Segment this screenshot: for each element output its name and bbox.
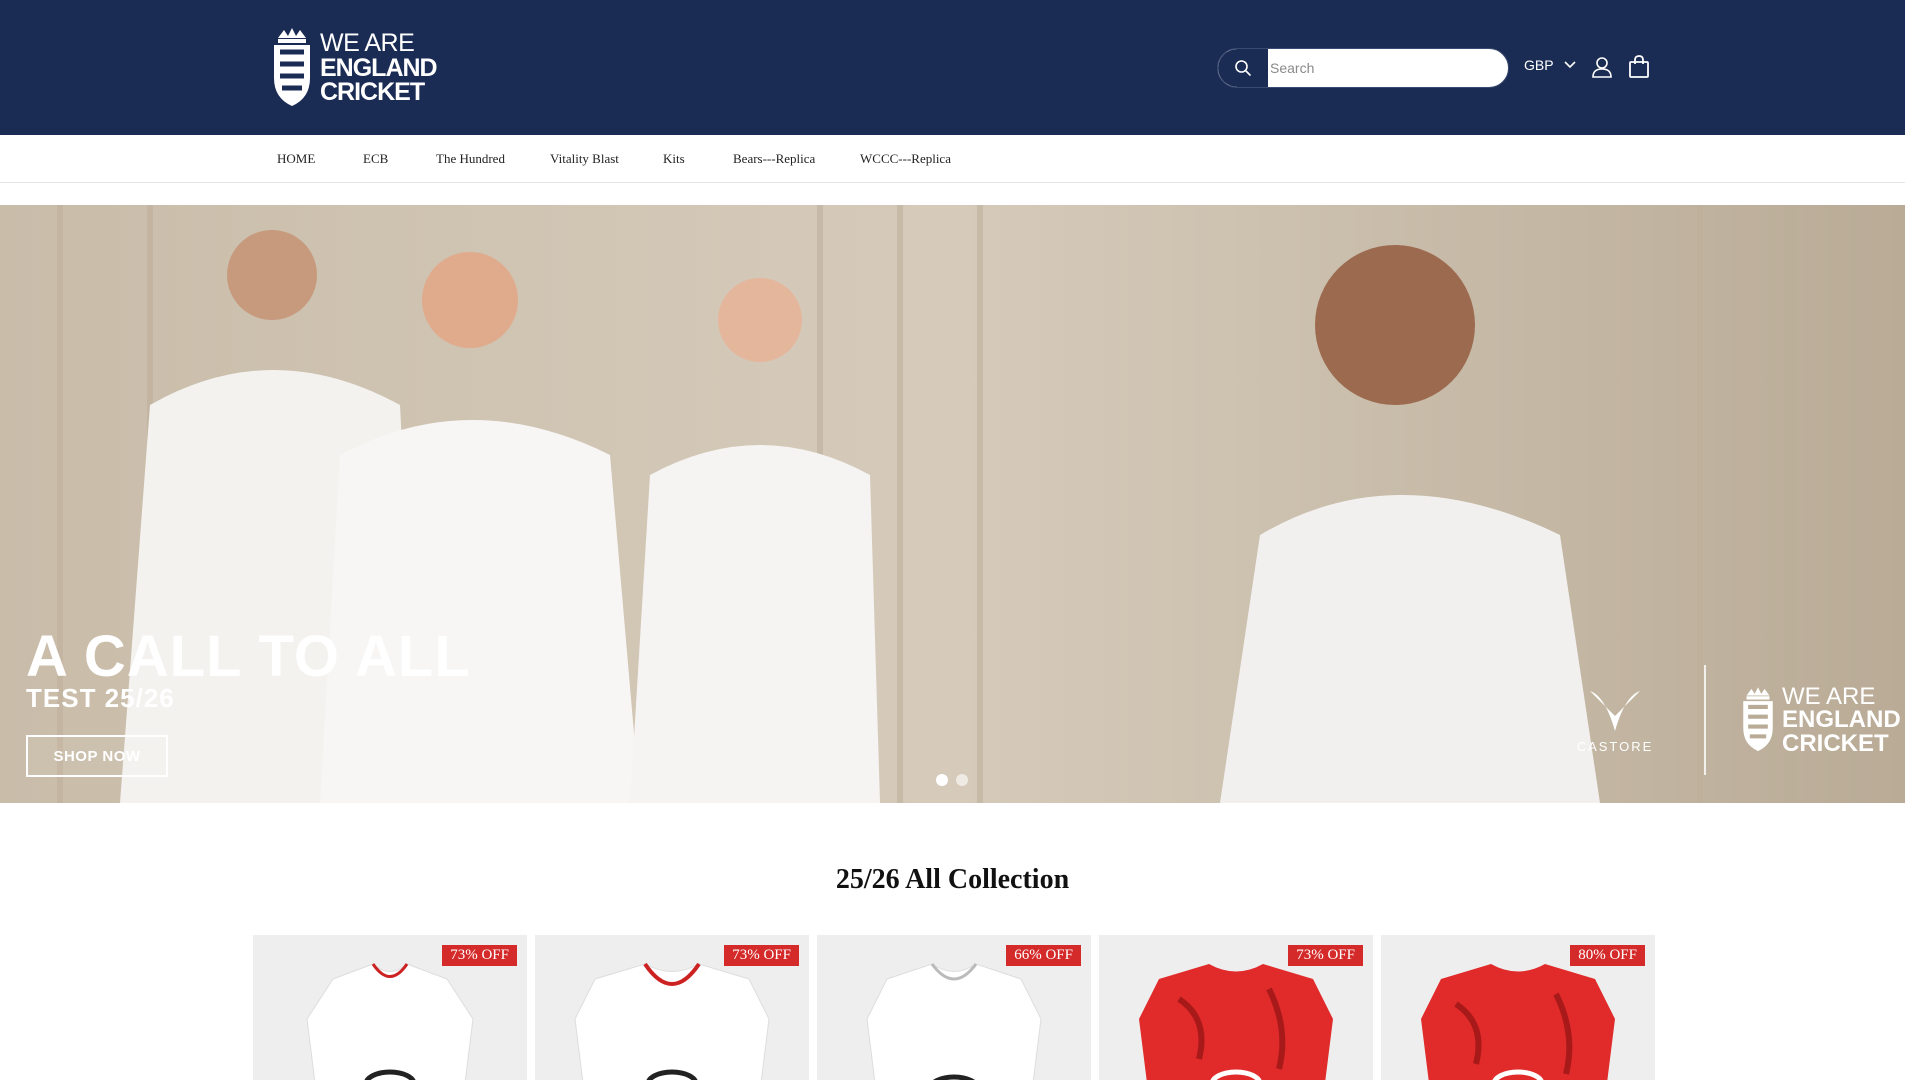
hero-brand-lockup: CASTORE WE ARE ENGLAND CRICKET [1560,665,1901,775]
product-image [1421,964,1615,1080]
site-logo[interactable]: WE ARE ENGLAND CRICKET [270,28,438,108]
hero-subtitle: TEST 25/26 [26,683,175,713]
carousel-dots [936,774,968,786]
nav-item-wccc-replica[interactable]: WCCC---Replica [860,151,951,167]
product-card[interactable]: 80% OFF [1381,935,1655,1080]
hero-logo-line-2: ENGLAND [1782,706,1901,734]
hero-title: A CALL TO ALL [26,624,471,689]
discount-badge: 73% OFF [1288,945,1363,966]
collection-title: 25/26 All Collection [835,864,1070,895]
discount-badge: 80% OFF [1570,945,1645,966]
castore-text: CASTORE [1576,739,1654,754]
nav-item-the-hundred[interactable]: The Hundred [436,151,505,167]
castore-logo: CASTORE [1560,686,1670,754]
brand-divider [1704,665,1706,775]
hero-england-logo: WE ARE ENGLAND CRICKET [1740,682,1901,757]
discount-badge: 73% OFF [724,945,799,966]
carousel-dot[interactable] [936,774,948,786]
three-lions-crest-icon [1743,687,1773,752]
shopping-bag-icon[interactable] [1628,55,1650,79]
hero-logo-line-1: WE ARE [1782,682,1876,710]
hero-logo-line-3: CRICKET [1782,729,1889,757]
main-navigation: HOME ECB The Hundred Vitality Blast Kits… [0,135,1905,183]
logo-text: WE ARE ENGLAND CRICKET [320,29,438,107]
product-image [574,962,770,1080]
search-bar [1217,48,1509,88]
product-image [306,963,474,1080]
search-icon [1235,60,1251,76]
product-image [1139,964,1333,1080]
product-card[interactable]: 66% OFF [817,935,1091,1080]
product-card[interactable]: 73% OFF [253,935,527,1080]
logo-line-1: WE ARE [320,29,415,58]
chevron-down-icon [1564,61,1576,69]
product-card[interactable]: 73% OFF [1099,935,1373,1080]
castore-wing-icon [1590,691,1640,731]
currency-selector[interactable]: GBP [1524,57,1576,73]
nav-item-vitality-blast[interactable]: Vitality Blast [550,151,619,167]
product-image [866,963,1042,1080]
carousel-dot[interactable] [956,774,968,786]
search-button[interactable] [1218,49,1268,87]
nav-item-bears-replica[interactable]: Bears---Replica [733,151,815,167]
search-input[interactable] [1268,49,1508,87]
site-header: WE ARE ENGLAND CRICKET GBP [0,0,1905,135]
three-lions-crest-icon [274,28,310,106]
logo-line-2: ENGLAND [320,53,438,82]
nav-item-kits[interactable]: Kits [663,151,685,167]
currency-label: GBP [1524,57,1554,73]
account-icon[interactable] [1591,56,1613,78]
product-card[interactable]: 73% OFF [535,935,809,1080]
discount-badge: 73% OFF [442,945,517,966]
hero-banner[interactable]: A CALL TO ALL TEST 25/26 SHOP NOW CASTOR… [0,205,1905,803]
nav-item-ecb[interactable]: ECB [363,151,388,167]
shop-now-button[interactable]: SHOP NOW [26,735,168,777]
nav-item-home[interactable]: HOME [277,151,315,167]
logo-line-3: CRICKET [320,78,425,107]
discount-badge: 66% OFF [1006,945,1081,966]
